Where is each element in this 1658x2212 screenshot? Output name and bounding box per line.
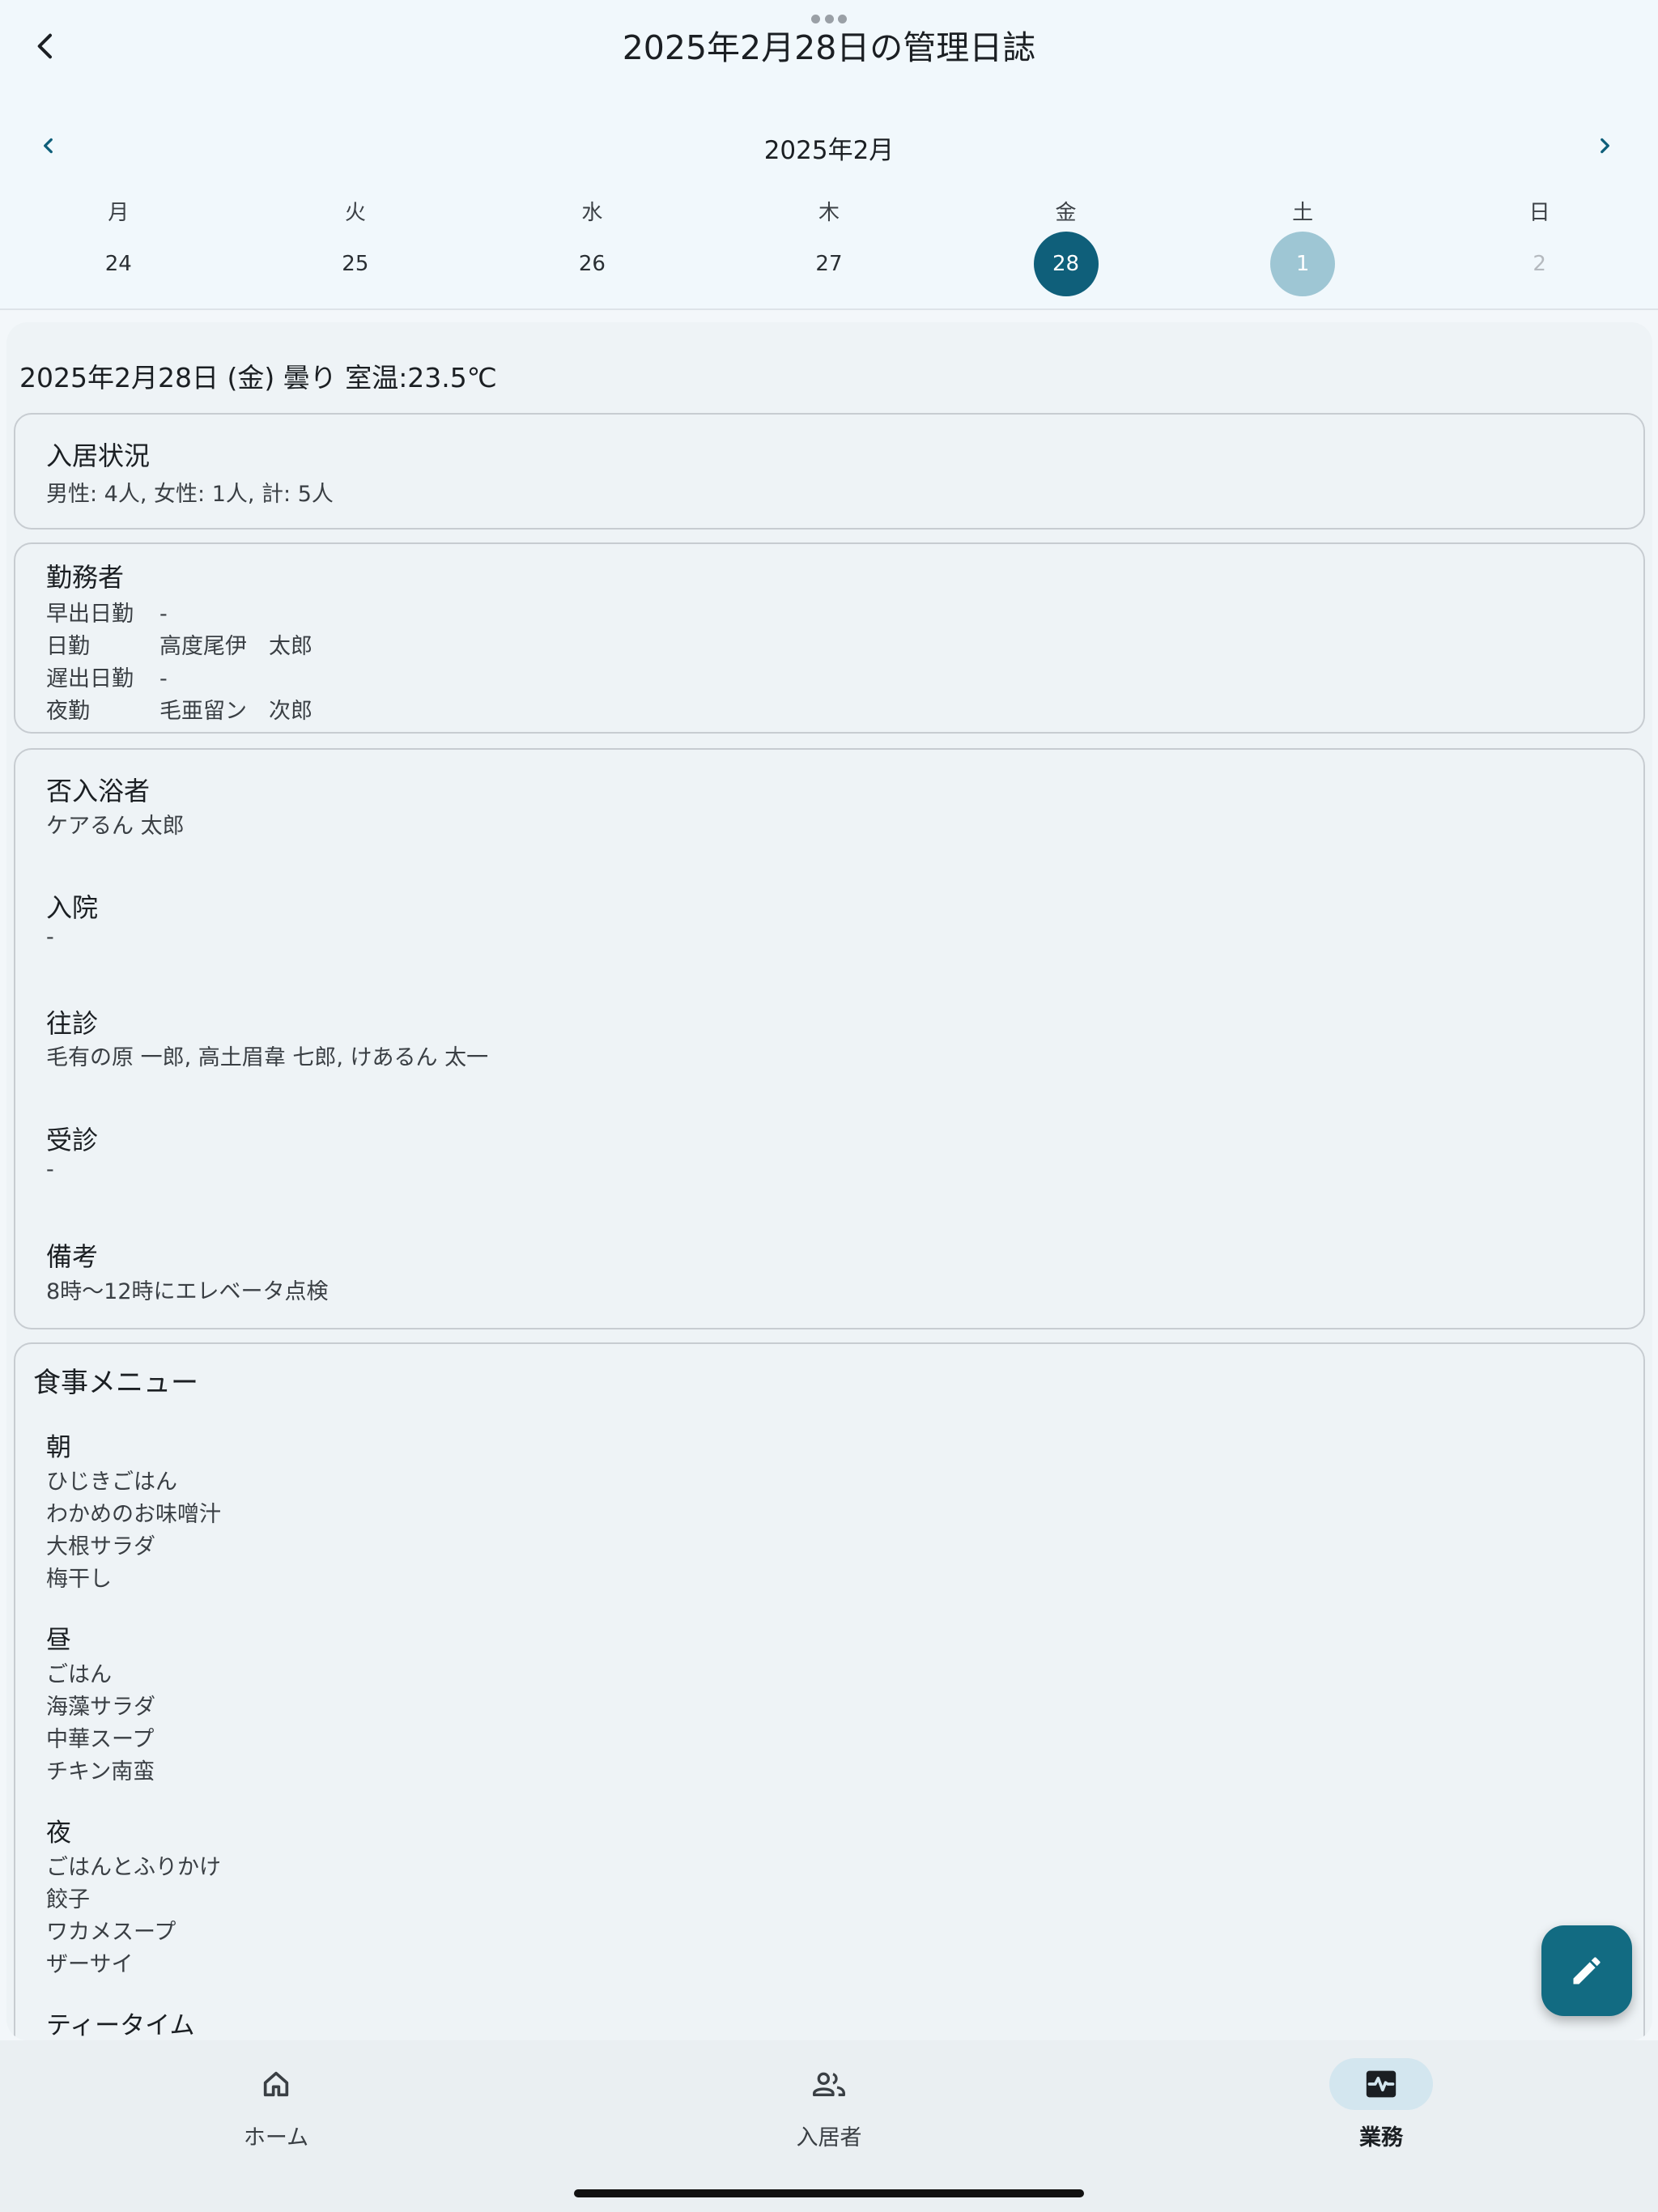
nav-label: ホーム	[243, 2125, 309, 2150]
app-screen: 2025年2月28日の管理日誌 2025年2月 月 火 水 木 金 土 日 24…	[0, 0, 1658, 2212]
section-title: 否入浴者	[46, 776, 151, 806]
month-navigator: 2025年2月	[0, 121, 1658, 170]
weekday-row: 月 火 水 木 金 土 日	[0, 194, 1658, 227]
date-cell-highlighted[interactable]: 1	[1270, 232, 1336, 296]
staff-name: -	[159, 602, 168, 627]
staff-title: 勤務者	[46, 562, 125, 593]
meal-item: 餃子	[46, 1887, 90, 1912]
section-title: 受診	[46, 1125, 99, 1155]
log-summary: 2025年2月28日 (金) 曇り 室温:23.5℃	[19, 362, 497, 393]
meal-item: 梅干し	[46, 1567, 112, 1592]
staff-name: -	[159, 666, 168, 691]
nav-icon-container-active	[1329, 2058, 1433, 2110]
date-cell[interactable]: 26	[559, 232, 624, 296]
weekday-label: 土	[1292, 200, 1314, 225]
top-app-bar: 2025年2月28日の管理日誌 2025年2月 月 火 水 木 金 土 日 24…	[0, 0, 1658, 310]
meal-item: チキン南蛮	[46, 1759, 155, 1784]
date-cell[interactable]: 25	[323, 232, 388, 296]
meal-menu-card: 食事メニュー 朝 ひじきごはん わかめのお味噌汁 大根サラダ 梅干し 昼 ごはん…	[14, 1342, 1645, 2040]
staff-name: 高度尾伊 太郎	[159, 634, 312, 659]
section-title: 往診	[46, 1008, 99, 1039]
weekday-label: 金	[1055, 200, 1077, 225]
section-title: 入院	[46, 892, 99, 923]
section-text: -	[46, 925, 54, 950]
date-cell[interactable]: 24	[86, 232, 151, 296]
log-content[interactable]: 2025年2月28日 (金) 曇り 室温:23.5℃ 入居状況 男性: 4人, …	[6, 322, 1652, 2040]
section-text: 8時〜12時にエレベータ点検	[46, 1279, 329, 1304]
date-row: 24 25 26 27 28 1 2	[0, 232, 1658, 296]
staff-row: 日勤 高度尾伊 太郎	[46, 628, 312, 660]
meal-item: ごはん	[46, 1662, 112, 1687]
window-grabber[interactable]	[811, 13, 847, 24]
chevron-right-icon	[1601, 138, 1609, 154]
nav-item-residents[interactable]: 入居者	[667, 2040, 991, 2162]
meal-item: 海藻サラダ	[46, 1695, 155, 1720]
date-cell-disabled[interactable]: 2	[1507, 232, 1572, 296]
staff-name: 毛亜留ン 次郎	[159, 699, 312, 724]
weekday-label: 火	[344, 200, 366, 225]
meal-item: 中華スープ	[46, 1727, 155, 1752]
edit-fab-button[interactable]	[1541, 1925, 1632, 2016]
nav-icon-container	[777, 2058, 881, 2110]
meal-item: ワカメスープ	[46, 1920, 176, 1945]
section-text: -	[46, 1157, 54, 1182]
staff-card: 勤務者 早出日勤 - 日勤 高度尾伊 太郎 遅出日勤 - 夜勤 毛亜留ン 次郎	[14, 542, 1645, 734]
people-icon	[813, 2072, 846, 2096]
occupancy-card: 入居状況 男性: 4人, 女性: 1人, 計: 5人	[14, 413, 1645, 530]
nav-item-tasks[interactable]: 業務	[1219, 2040, 1543, 2162]
meal-title-breakfast: 朝	[46, 1433, 71, 1462]
section-title: 備考	[46, 1241, 99, 1272]
meal-item: わかめのお味噌汁	[46, 1502, 221, 1527]
nav-label: 業務	[1359, 2125, 1403, 2150]
meal-item: ザーサイ	[46, 1952, 134, 1977]
staff-role: 日勤	[46, 634, 90, 659]
occupancy-title: 入居状況	[46, 440, 151, 471]
occupancy-text: 男性: 4人, 女性: 1人, 計: 5人	[46, 482, 334, 507]
meal-item: ひじきごはん	[46, 1470, 177, 1495]
date-cell-selected[interactable]: 28	[1033, 232, 1099, 296]
bottom-navigation: ホーム 入居者 業務	[0, 2040, 1658, 2212]
weekday-label: 日	[1528, 200, 1550, 225]
date-cell[interactable]: 27	[797, 232, 861, 296]
staff-row: 早出日勤 -	[46, 596, 168, 627]
meal-item: ごはんとふりかけ	[46, 1855, 221, 1880]
activity-icon	[1366, 2070, 1397, 2098]
pencil-icon	[1573, 1957, 1601, 1984]
month-label: 2025年2月	[763, 136, 895, 165]
section-text: ケアるん 太郎	[46, 814, 185, 839]
home-icon	[263, 2071, 289, 2097]
weekday-label: 水	[581, 200, 603, 225]
staff-role: 早出日勤	[46, 602, 134, 627]
staff-row: 夜勤 毛亜留ン 次郎	[46, 693, 312, 725]
next-month-button[interactable]	[1585, 126, 1624, 165]
nav-item-home[interactable]: ホーム	[114, 2040, 438, 2162]
meal-title-lunch: 昼	[46, 1626, 71, 1655]
page-title: 2025年2月28日の管理日誌	[622, 28, 1036, 67]
section-text: 毛有の原 一郎, 高土眉韋 七郎, けあるん 太一	[46, 1045, 489, 1070]
weekday-label: 月	[108, 200, 130, 225]
events-card: 否入浴者 ケアるん 太郎 入院 - 往診 毛有の原 一郎, 高土眉韋 七郎, け…	[14, 748, 1645, 1329]
meal-menu-title: 食事メニュー	[33, 1367, 198, 1399]
nav-icon-container	[224, 2058, 328, 2110]
meal-title-dinner: 夜	[46, 1819, 71, 1848]
meal-item: 大根サラダ	[46, 1534, 155, 1559]
meal-title-tea: ティータイム	[46, 2011, 195, 2040]
staff-role: 夜勤	[46, 699, 90, 724]
home-indicator	[574, 2189, 1084, 2197]
staff-role: 遅出日勤	[46, 666, 134, 691]
weekday-label: 木	[818, 200, 840, 225]
staff-row: 遅出日勤 -	[46, 661, 168, 692]
nav-label: 入居者	[796, 2125, 862, 2150]
